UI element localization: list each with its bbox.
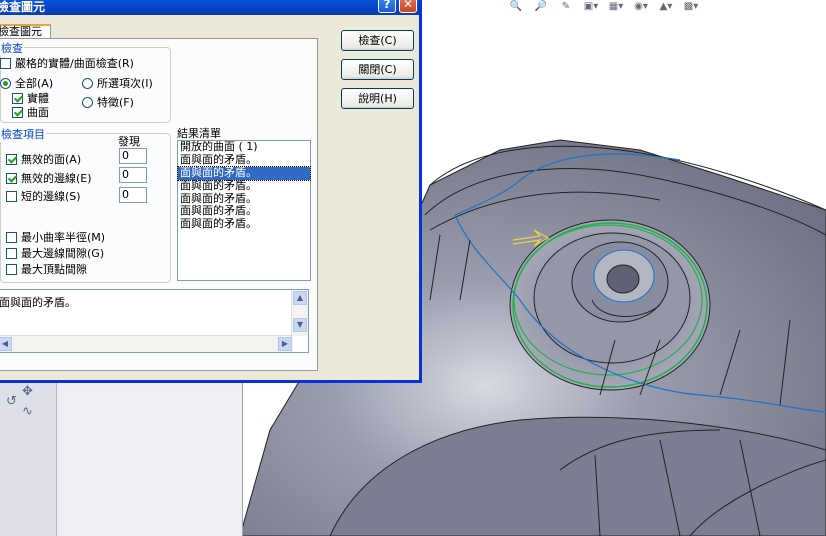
invalid-face-label: 無效的面(A): [21, 153, 82, 166]
fold-icon[interactable]: ↺: [6, 394, 17, 409]
min-radius-row[interactable]: 最小曲率半徑(M): [6, 229, 105, 245]
result-item[interactable]: 面與面的矛盾。: [178, 217, 310, 231]
all-radio-label: 全部(A): [15, 77, 54, 90]
max-edge-gap-row[interactable]: 最大邊線間隙(G): [6, 245, 104, 261]
feature-manager-pane: ↺ ✥ ∿: [0, 376, 243, 536]
invalid-face-count: 0: [119, 148, 147, 164]
feature-label: 特徵(F): [97, 96, 134, 109]
hide-show-icon[interactable]: ◉▾: [630, 0, 652, 12]
strict-check-label: 嚴格的實體/曲面檢查(R): [15, 57, 134, 70]
tab-check-entity[interactable]: 檢查圖元: [0, 24, 51, 39]
description-box[interactable]: 面與面的矛盾。 ▲ ▼ ◀ ▶: [0, 289, 309, 353]
strict-check-row[interactable]: 嚴格的實體/曲面檢查(R): [0, 55, 134, 71]
view-toolbar: 🔍 🔎 ✎ ▣▾ ▦▾ ◉▾ ▲▾ ▩▾: [505, 0, 702, 14]
feature-radio[interactable]: [82, 96, 93, 108]
check-entity-dialog: 檢查圖元 ? ✕ 檢查圖元 檢查 嚴格的實體/曲面檢查(R) 全部(A) 所選項…: [0, 0, 422, 383]
scroll-down-icon[interactable]: ▼: [293, 318, 307, 332]
invalid-edge-count: 0: [119, 167, 147, 183]
vertical-scrollbar[interactable]: ▲ ▼: [291, 290, 308, 336]
check-items-title: 檢查項目: [0, 126, 46, 142]
check-button[interactable]: 檢查(C): [341, 30, 414, 51]
scroll-right-icon[interactable]: ▶: [278, 337, 292, 351]
result-item-selected[interactable]: 面與面的矛盾。: [177, 165, 311, 181]
dialog-title: 檢查圖元: [0, 0, 46, 14]
max-vertex-gap-checkbox[interactable]: [6, 263, 17, 275]
help-icon[interactable]: ?: [378, 0, 396, 13]
help-button[interactable]: 說明(H): [341, 88, 414, 109]
pan-icon[interactable]: ✎: [555, 0, 577, 12]
max-vertex-gap-label: 最大頂點間隙: [21, 263, 87, 276]
tab-panel: 檢查 嚴格的實體/曲面檢查(R) 全部(A) 所選項次(I) 實體 特徵(F) …: [0, 38, 318, 371]
max-vertex-gap-row[interactable]: 最大頂點間隙: [6, 261, 87, 277]
all-radio[interactable]: [0, 77, 11, 89]
min-radius-label: 最小曲率半徑(M): [21, 231, 106, 244]
scroll-left-icon[interactable]: ◀: [0, 337, 12, 351]
close-button[interactable]: 關閉(C): [341, 59, 414, 80]
sketch-icon[interactable]: ✥: [22, 384, 33, 399]
strict-check-checkbox[interactable]: [0, 57, 11, 69]
result-item[interactable]: 開放的曲面 ( 1): [178, 140, 310, 154]
selected-items-label: 所選項次(I): [97, 77, 153, 90]
scene-icon[interactable]: ▩▾: [680, 0, 702, 12]
short-edge-label: 短的邊線(S): [21, 190, 81, 203]
zoom-icon[interactable]: 🔍: [505, 0, 527, 12]
max-edge-gap-checkbox[interactable]: [6, 247, 17, 259]
solid-checkbox[interactable]: [12, 92, 23, 104]
invalid-edge-label: 無效的邊線(E): [21, 172, 92, 185]
selected-items-radio[interactable]: [82, 77, 93, 89]
found-header: 發現: [118, 135, 140, 148]
scroll-up-icon[interactable]: ▲: [293, 291, 307, 305]
view-orientation-icon[interactable]: ▣▾: [580, 0, 602, 12]
results-header: 結果清單: [177, 127, 221, 140]
invalid-edge-checkbox[interactable]: [6, 172, 17, 184]
surface-checkbox[interactable]: [12, 106, 23, 118]
result-item[interactable]: 面與面的矛盾。: [178, 179, 310, 193]
short-edge-checkbox[interactable]: [6, 190, 17, 202]
spline-icon[interactable]: ∿: [22, 404, 33, 419]
result-item[interactable]: 面與面的矛盾。: [178, 153, 310, 167]
horizontal-scrollbar[interactable]: ◀ ▶: [0, 335, 293, 352]
min-radius-checkbox[interactable]: [6, 231, 17, 243]
feature-radio-row[interactable]: 特徵(F): [82, 94, 134, 110]
max-edge-gap-label: 最大邊線間隙(G): [21, 247, 105, 260]
short-edge-count: 0: [119, 187, 147, 203]
selected-radio-row[interactable]: 所選項次(I): [82, 75, 153, 91]
description-text: 面與面的矛盾。: [0, 296, 76, 309]
invalid-edge-row[interactable]: 無效的邊線(E): [6, 170, 92, 186]
surface-row[interactable]: 曲面: [12, 104, 49, 120]
close-icon[interactable]: ✕: [399, 0, 417, 13]
all-radio-row[interactable]: 全部(A): [0, 75, 53, 91]
edit-appearance-icon[interactable]: ▲▾: [655, 0, 677, 12]
dialog-titlebar[interactable]: 檢查圖元 ? ✕: [0, 0, 419, 15]
invalid-face-checkbox[interactable]: [6, 153, 17, 165]
short-edge-row[interactable]: 短的邊線(S): [6, 188, 81, 204]
check-group-title: 檢查: [0, 40, 24, 56]
zoom-to-fit-icon[interactable]: 🔎: [530, 0, 552, 12]
results-list[interactable]: 開放的曲面 ( 1) 面與面的矛盾。 面與面的矛盾。 面與面的矛盾。 面與面的矛…: [177, 140, 311, 281]
invalid-face-row[interactable]: 無效的面(A): [6, 151, 81, 167]
surface-label: 曲面: [27, 106, 49, 119]
display-style-icon[interactable]: ▦▾: [605, 0, 627, 12]
